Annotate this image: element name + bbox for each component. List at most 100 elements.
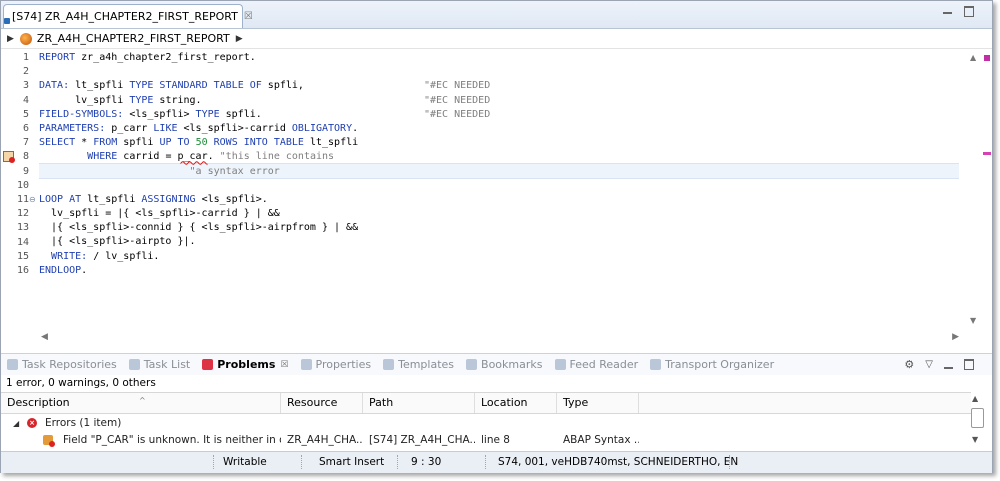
scroll-down-icon[interactable]: ▼: [972, 435, 978, 444]
table-row[interactable]: Field "P_CAR" is unknown. It is neither …: [1, 432, 971, 449]
line-number: 8: [22, 151, 29, 163]
problems-vertical-scrollbar[interactable]: ▲ ▼: [970, 392, 984, 452]
group-label: Errors (1 item): [45, 417, 122, 429]
editor-window-controls: [943, 6, 974, 17]
scroll-thumb[interactable]: [971, 408, 984, 428]
status-mode: Writable: [223, 456, 267, 468]
status-insert-mode: Smart Insert: [319, 456, 385, 468]
breadcrumb: ▶ ZR_A4H_CHAPTER2_FIRST_REPORT ▶: [1, 29, 992, 49]
transport-organizer-icon: [650, 359, 662, 370]
status-cursor-position: 9 : 30: [411, 456, 442, 468]
code-line-11: LOOP AT lt_spfli ASSIGNING <ls_spfli>.: [39, 193, 268, 205]
properties-icon: [300, 359, 312, 370]
line-number: 1: [22, 52, 29, 63]
line-number: 4: [22, 94, 29, 106]
error-icon: ×: [27, 418, 37, 428]
editor-tab[interactable]: [S74] ZR_A4H_CHAPTER2_FIRST_REPORT ☒: [3, 4, 253, 28]
abap-program-icon: [19, 32, 32, 45]
scroll-left-icon[interactable]: ◀: [41, 332, 48, 342]
code-editor[interactable]: 1 2 3 4 5 6 7 8 9 10 11 ⊖ 12 13 14 15 16…: [1, 49, 992, 353]
cell-resource: ZR_A4H_CHA...: [287, 434, 363, 446]
overview-ruler[interactable]: [982, 51, 992, 327]
view-controls: ⚙ ▽: [904, 358, 974, 371]
breadcrumb-label[interactable]: ZR_A4H_CHAPTER2_FIRST_REPORT: [37, 32, 230, 45]
syntax-error-token: p_car: [177, 151, 208, 163]
line-number: 10: [16, 179, 29, 191]
line-number: 5: [22, 108, 29, 120]
views-tab-bar: Task Repositories Task List Problems ☒ Pr…: [1, 353, 992, 375]
editor-tab-label: [S74] ZR_A4H_CHAPTER2_FIRST_REPORT: [12, 10, 238, 23]
column-header-type[interactable]: Type: [557, 393, 639, 413]
status-divider: [397, 455, 399, 469]
maximize-icon[interactable]: [964, 359, 974, 370]
code-line-13: |{ <ls_spfli>-connid } { <ls_spfli>-airp…: [39, 222, 359, 234]
error-ruler-mark[interactable]: [983, 152, 991, 155]
line-number: 7: [22, 137, 29, 149]
minimize-icon[interactable]: [943, 6, 952, 14]
minimize-icon[interactable]: [944, 361, 953, 369]
expand-arrow-icon[interactable]: ▶: [7, 34, 14, 44]
editor-vertical-scrollbar[interactable]: ▲ ▼: [968, 51, 982, 327]
status-divider: [485, 455, 487, 469]
status-bar: Writable Smart Insert 9 : 30 S74, 001, v…: [1, 451, 992, 473]
column-header-location[interactable]: Location: [475, 393, 557, 413]
table-group-row[interactable]: ◢ × Errors (1 item): [1, 415, 971, 432]
cell-location: line 8: [481, 434, 510, 446]
scroll-up-icon[interactable]: ▲: [972, 394, 978, 403]
tab-task-repositories[interactable]: Task Repositories: [7, 358, 117, 371]
code-line-14: |{ <ls_spfli>-airpto }|.: [39, 236, 196, 248]
error-summary-icon[interactable]: [984, 55, 990, 61]
tab-problems[interactable]: Problems ☒: [202, 358, 289, 371]
code-line-12: lv_spfli = |{ <ls_spfli>-carrid } | &&: [39, 208, 280, 220]
code-line-1: REPORT zr_a4h_chapter2_first_report.: [39, 52, 256, 63]
tab-transport-organizer[interactable]: Transport Organizer: [650, 358, 774, 371]
tab-properties[interactable]: Properties: [300, 358, 371, 371]
code-line-5: FIELD-SYMBOLS: <ls_spfli> TYPE spfli. "#E…: [39, 108, 491, 120]
status-divider: [729, 455, 731, 469]
tab-bookmarks[interactable]: Bookmarks: [466, 358, 543, 371]
templates-icon: [383, 359, 395, 370]
scroll-up-icon[interactable]: ▲: [970, 53, 976, 62]
tab-templates[interactable]: Templates: [383, 358, 454, 371]
maximize-icon[interactable]: [964, 6, 974, 17]
view-menu-icon[interactable]: ▽: [925, 359, 933, 370]
code-line-9: "a syntax error: [189, 165, 280, 177]
fold-toggle-icon[interactable]: ⊖: [29, 195, 36, 204]
line-number-gutter: 1 2 3 4 5 6 7 8 9 10 11 ⊖ 12 13 14 15 16: [1, 49, 37, 339]
error-marker-icon: [43, 435, 55, 447]
scroll-down-icon[interactable]: ▼: [970, 316, 976, 325]
code-text[interactable]: REPORT zr_a4h_chapter2_first_report. DAT…: [39, 51, 959, 341]
column-header-path[interactable]: Path: [363, 393, 475, 413]
line-number: 14: [16, 236, 29, 248]
close-icon[interactable]: ☒: [280, 360, 288, 370]
line-number: 12: [16, 208, 29, 220]
line-number: 3: [22, 80, 29, 92]
status-divider: [213, 455, 215, 469]
tab-task-list[interactable]: Task List: [128, 358, 190, 371]
status-connection: S74, 001, veHDB740mst, SCHNEIDERTHO, EN: [498, 456, 739, 468]
code-line-16: ENDLOOP.: [39, 264, 88, 276]
code-line-3: DATA: lt_spfli TYPE STANDARD TABLE OF sp…: [39, 80, 491, 92]
column-header-resource[interactable]: Resource: [281, 393, 363, 413]
close-icon[interactable]: ☒: [244, 11, 253, 22]
editor-horizontal-scrollbar[interactable]: ◀ ▶: [39, 331, 959, 345]
line-number: 2: [22, 66, 29, 78]
scroll-right-icon[interactable]: ▶: [952, 332, 959, 342]
expand-arrow-icon[interactable]: ◢: [13, 415, 19, 432]
code-line-7: SELECT * FROM spfli UP TO 50 ROWS INTO T…: [39, 137, 359, 149]
column-header-description[interactable]: Description ^: [1, 393, 281, 413]
code-line-15: WRITE: / lv_spfli.: [51, 250, 160, 262]
code-line-8: WHERE carrid = p_car. "this line contain…: [87, 151, 335, 163]
line-number: 13: [16, 222, 29, 234]
view-toolbar-icon[interactable]: ⚙: [904, 358, 914, 371]
editor-tab-bar: [S74] ZR_A4H_CHAPTER2_FIRST_REPORT ☒: [1, 1, 992, 29]
line-number: 11: [16, 194, 29, 205]
sort-arrow-icon: ^: [139, 396, 146, 405]
breadcrumb-arrow-icon[interactable]: ▶: [236, 34, 243, 44]
status-divider: [301, 455, 303, 469]
tab-feed-reader[interactable]: Feed Reader: [554, 358, 638, 371]
eclipse-window: [S74] ZR_A4H_CHAPTER2_FIRST_REPORT ☒ ▶ Z…: [0, 0, 993, 473]
table-header: Description ^ Resource Path Location Type: [1, 392, 971, 414]
